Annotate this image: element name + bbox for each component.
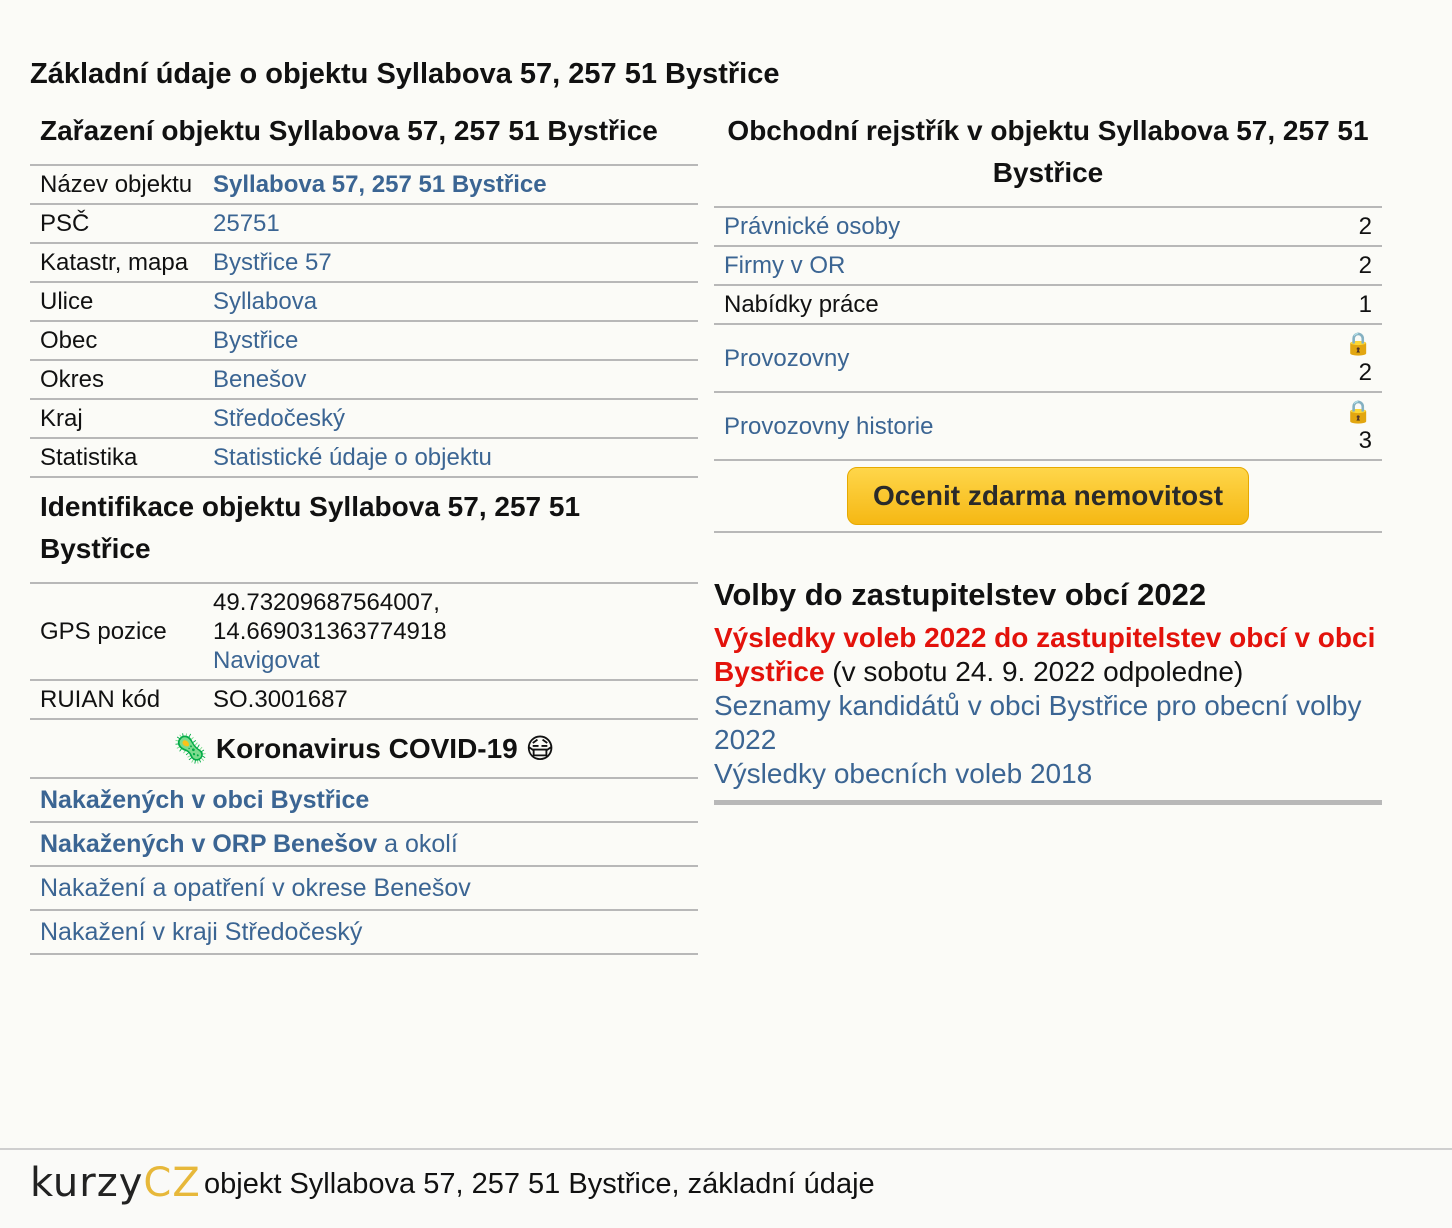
kurzy-logo[interactable]: KURZYCZ xyxy=(30,1160,201,1206)
list-item[interactable]: Nakažených v obci Bystřice xyxy=(30,779,698,823)
table-row: Ulice Syllabova xyxy=(30,281,698,321)
covid-link-orp[interactable]: Nakažených v ORP Benešov xyxy=(40,830,377,858)
row-count: 🔒2 xyxy=(1322,323,1382,392)
covid-link-orp-okoli[interactable]: a okolí xyxy=(377,830,458,858)
button-wrap: Ocenit zdarma nemovitost xyxy=(714,461,1382,533)
identifikace-heading: Identifikace objektu Syllabova 57, 257 5… xyxy=(40,491,581,564)
row-value: Statistické údaje o objektu xyxy=(203,437,698,478)
covid-heading: 🦠 Koronavirus COVID-19 😷 xyxy=(30,720,698,779)
zarazeni-table: Název objektu Syllabova 57, 257 51 Bystř… xyxy=(30,164,698,478)
count-value: 3 xyxy=(1358,427,1372,454)
row-value: Syllabova xyxy=(203,281,698,321)
row-label: Obec xyxy=(30,320,203,360)
volby-note: (v sobotu 24. 9. 2022 odpoledne) xyxy=(824,656,1244,687)
volby-heading: Volby do zastupitelstev obcí 2022 xyxy=(714,577,1207,612)
row-label: Název objektu xyxy=(30,164,203,204)
row-label: PSČ xyxy=(30,203,203,243)
pravnicke-osoby-link[interactable]: Právnické osoby xyxy=(724,213,900,240)
table-row: GPS pozice 49.73209687564007, 14.6690313… xyxy=(30,582,698,680)
row-label: Okres xyxy=(30,359,203,399)
zarazeni-heading: Zařazení objektu Syllabova 57, 257 51 By… xyxy=(40,115,658,146)
row-count: 2 xyxy=(1322,206,1382,246)
row-label: Ulice xyxy=(30,281,203,321)
okres-link[interactable]: Benešov xyxy=(213,366,306,393)
row-value: Syllabova 57, 257 51 Bystřice xyxy=(203,164,698,204)
table-row: Nabídky práce 1 xyxy=(714,284,1382,324)
navigovat-link[interactable]: Navigovat xyxy=(213,647,320,674)
logo-text-a: KURZY xyxy=(30,1160,144,1206)
row-count: 2 xyxy=(1322,245,1382,285)
obec-link[interactable]: Bystřice xyxy=(213,327,298,354)
volby-2018-link[interactable]: Výsledky obecních voleb 2018 xyxy=(714,758,1092,789)
volby-content: Výsledky voleb 2022 do zastupitelstev ob… xyxy=(714,621,1382,791)
covid-link-obec[interactable]: Nakažených v obci Bystřice xyxy=(40,786,369,814)
rejstrik-table: Právnické osoby 2 Firmy v OR 2 Nabídky p… xyxy=(714,206,1382,461)
covid-link-kraj[interactable]: Nakažení v kraji Středočeský xyxy=(40,918,362,946)
footer-text: objekt Syllabova 57, 257 51 Bystřice, zá… xyxy=(204,1168,875,1200)
logo-text-b: CZ xyxy=(143,1160,201,1206)
page-title: Základní údaje o objektu Syllabova 57, 2… xyxy=(30,58,780,90)
row-value: Bystřice xyxy=(203,320,698,360)
gps-lon: 14.669031363774918 xyxy=(213,618,447,645)
row-value: Bystřice 57 xyxy=(203,242,698,282)
lock-icon: 🔒 xyxy=(1344,399,1372,424)
list-item[interactable]: Nakažení v kraji Středočeský xyxy=(30,911,698,955)
table-row: Provozovny historie 🔒3 xyxy=(714,391,1382,461)
object-name-link[interactable]: Syllabova 57, 257 51 Bystřice xyxy=(213,171,547,198)
row-label: Firmy v OR xyxy=(714,245,1322,285)
ocenit-nemovitost-button[interactable]: Ocenit zdarma nemovitost xyxy=(846,467,1250,525)
table-row: PSČ 25751 xyxy=(30,203,698,243)
gps-lat: 49.73209687564007, xyxy=(213,589,440,616)
ruian-value: SO.3001687 xyxy=(203,679,698,720)
row-value: Středočeský xyxy=(203,398,698,438)
row-label: Provozovny historie xyxy=(714,391,1322,461)
katastr-link[interactable]: Bystřice 57 xyxy=(213,249,332,276)
list-item[interactable]: Nakažení a opatření v okrese Benešov xyxy=(30,867,698,911)
row-value: Benešov xyxy=(203,359,698,399)
table-row: Provozovny 🔒2 xyxy=(714,323,1382,392)
provozovny-link[interactable]: Provozovny xyxy=(724,345,849,372)
table-row: Kraj Středočeský xyxy=(30,398,698,438)
gps-label: GPS pozice xyxy=(30,582,203,680)
psc-link[interactable]: 25751 xyxy=(213,210,280,237)
table-row: Statistika Statistické údaje o objektu xyxy=(30,437,698,478)
rejstrik-heading: Obchodní rejstřík v objektu Syllabova 57… xyxy=(727,115,1369,188)
ulice-link[interactable]: Syllabova xyxy=(213,288,317,315)
identifikace-table: GPS pozice 49.73209687564007, 14.6690313… xyxy=(30,582,698,720)
right-column: Obchodní rejstřík v objektu Syllabova 57… xyxy=(714,110,1382,805)
ruian-label: RUIAN kód xyxy=(30,679,203,720)
count-value: 2 xyxy=(1358,359,1372,386)
row-label: Kraj xyxy=(30,398,203,438)
provozovny-historie-link[interactable]: Provozovny historie xyxy=(724,413,933,440)
covid-links: Nakažených v obci Bystřice Nakažených v … xyxy=(30,779,698,955)
row-label: Katastr, mapa xyxy=(30,242,203,282)
table-row: Právnické osoby 2 xyxy=(714,206,1382,246)
covid-link-okres[interactable]: Nakažení a opatření v okrese Benešov xyxy=(40,874,471,902)
table-row: Firmy v OR 2 xyxy=(714,245,1382,285)
nabidky-prace-label: Nabídky práce xyxy=(714,284,1322,324)
row-label: Provozovny xyxy=(714,323,1322,392)
table-row: Obec Bystřice xyxy=(30,320,698,360)
row-count: 1 xyxy=(1322,284,1382,324)
row-value: 25751 xyxy=(203,203,698,243)
kandidati-link[interactable]: Seznamy kandidátů v obci Bystřice pro ob… xyxy=(714,690,1361,755)
kraj-link[interactable]: Středočeský xyxy=(213,405,345,432)
row-label: Právnické osoby xyxy=(714,206,1322,246)
row-count: 🔒3 xyxy=(1322,391,1382,461)
table-row: Katastr, mapa Bystřice 57 xyxy=(30,242,698,282)
divider xyxy=(714,791,1382,805)
statistika-link[interactable]: Statistické údaje o objektu xyxy=(213,444,492,471)
firmy-or-link[interactable]: Firmy v OR xyxy=(724,252,845,279)
list-item[interactable]: Nakažených v ORP Benešov a okolí xyxy=(30,823,698,867)
table-row: Okres Benešov xyxy=(30,359,698,399)
table-row: RUIAN kód SO.3001687 xyxy=(30,679,698,720)
footer: KURZYCZ objekt Syllabova 57, 257 51 Byst… xyxy=(0,1148,1452,1228)
gps-value: 49.73209687564007, 14.669031363774918 Na… xyxy=(203,582,698,680)
lock-icon: 🔒 xyxy=(1344,331,1372,356)
left-column: Zařazení objektu Syllabova 57, 257 51 By… xyxy=(30,110,698,955)
table-row: Název objektu Syllabova 57, 257 51 Bystř… xyxy=(30,164,698,204)
row-label: Statistika xyxy=(30,437,203,478)
